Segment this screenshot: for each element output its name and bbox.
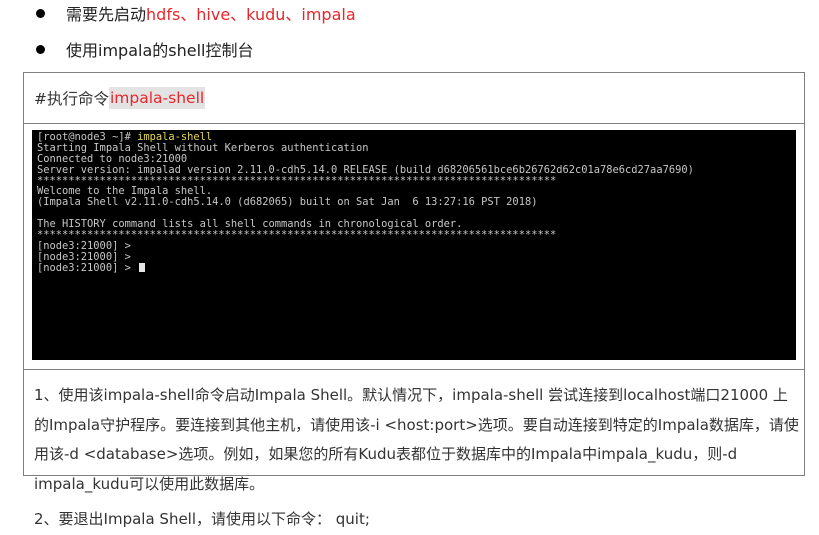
terminal-line: [node3:21000] >	[37, 261, 796, 274]
content-box: #执行命令 impala-shell [root@node3 ~]# impala…	[23, 72, 805, 528]
terminal-cell: [root@node3 ~]# impala-shell Starting Imp…	[24, 124, 804, 370]
bullet-icon	[36, 8, 45, 18]
description: 1、使用该impala-shell命令启动Impala Shell。默认情况下，…	[34, 381, 799, 535]
command-highlight: impala-shell	[109, 87, 206, 109]
description-paragraph-2: 2、要退出Impala Shell，请使用以下命令： quit;	[34, 510, 370, 528]
terminal-line: Server version: impalad version 2.11.0-c…	[37, 163, 694, 176]
command-row: #执行命令 impala-shell	[24, 73, 804, 124]
terminal-line: (Impala Shell v2.11.0-cdh5.14.0 (d682065…	[37, 196, 538, 209]
terminal-line: [node3:21000] >	[37, 250, 131, 263]
command-prefix: #执行命令	[34, 90, 109, 108]
bullet-text-services: hdfs、hive、kudu、impala	[146, 5, 356, 24]
terminal-separator: ****************************************…	[37, 229, 557, 242]
terminal-final-prompt: [node3:21000] >	[37, 261, 138, 274]
bullet-item-start-services: 需要先启动 hdfs、hive、kudu、impala	[36, 0, 356, 26]
bullet-icon	[36, 44, 45, 54]
bullet-item-impala-shell: 使用impala的shell控制台	[36, 36, 253, 62]
bullet-text-prefix: 需要先启动	[66, 5, 147, 24]
cursor-icon	[139, 262, 146, 272]
terminal-screenshot: [root@node3 ~]# impala-shell Starting Imp…	[32, 130, 796, 360]
bullet-text: 使用impala的shell控制台	[66, 41, 254, 60]
description-paragraph-1: 1、使用该impala-shell命令启动Impala Shell。默认情况下，…	[34, 386, 799, 493]
terminal-line: [node3:21000] >	[37, 239, 131, 252]
